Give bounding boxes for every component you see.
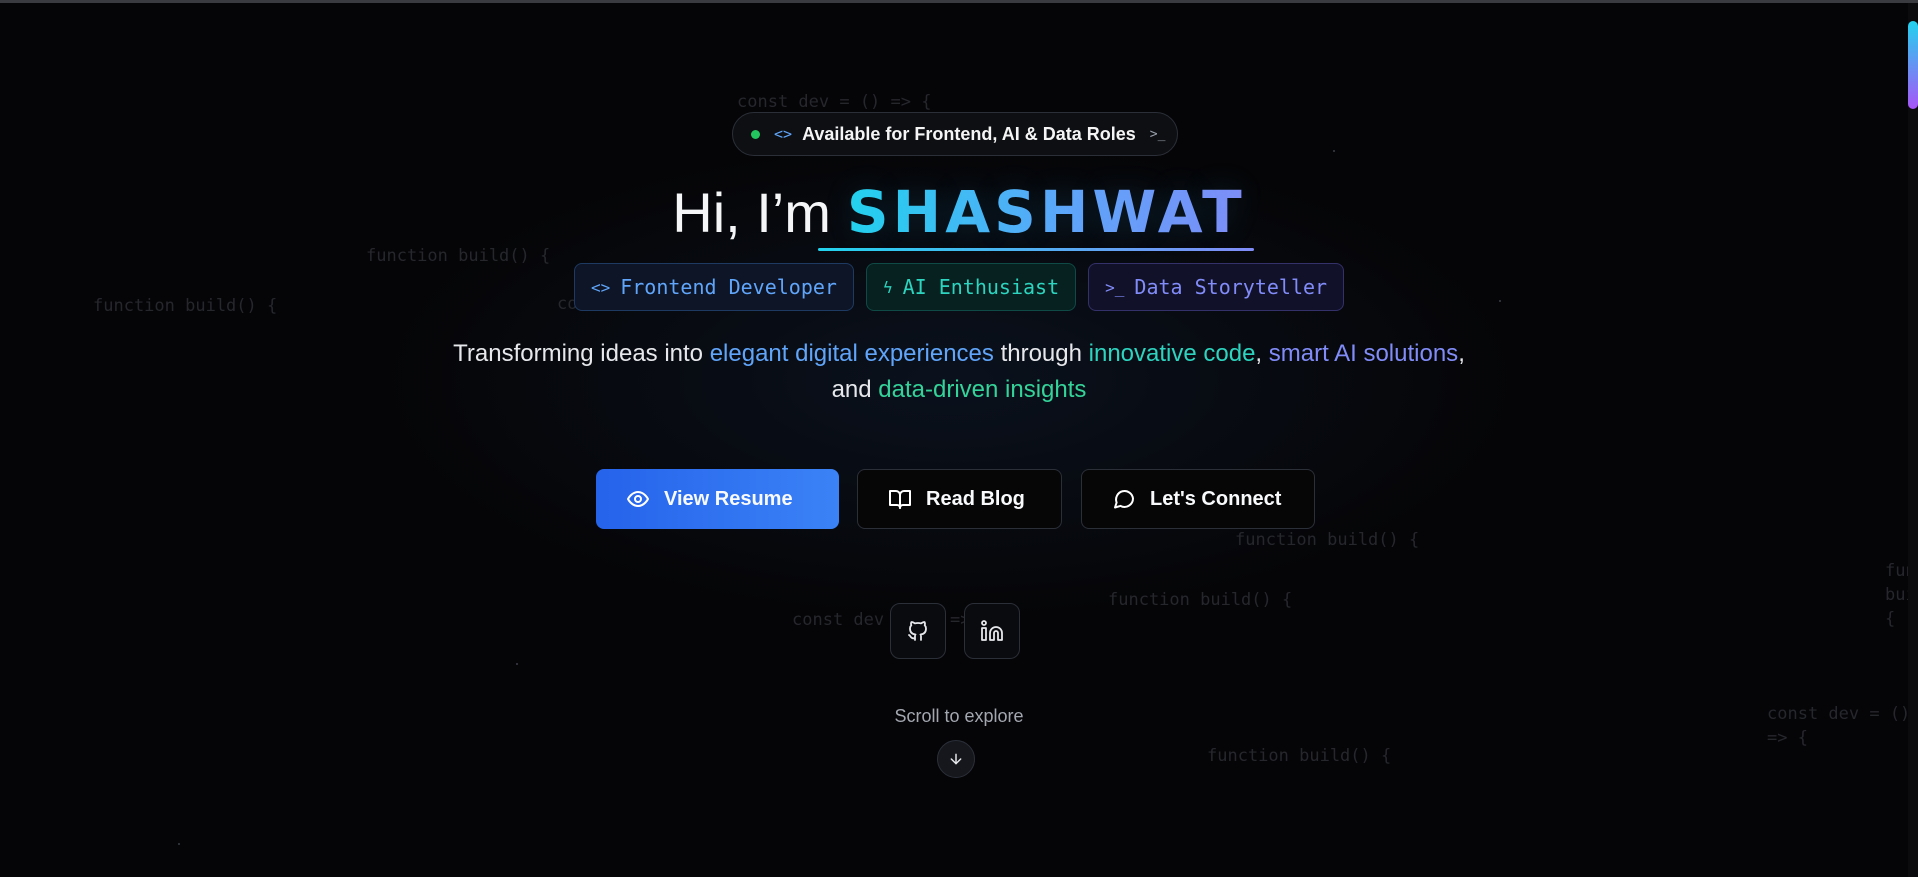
tagline-text: , [1255,340,1269,367]
linkedin-icon [981,620,1003,641]
availability-badge: <> Available for Frontend, AI & Data Rol… [732,112,1178,156]
role-label: Frontend Developer [620,275,837,299]
code-icon: <> [590,277,611,297]
role-chip-ai: ϟ AI Enthusiast [865,263,1077,311]
arrow-down-icon [950,753,962,765]
read-blog-button[interactable]: Read Blog [857,469,1062,529]
message-circle-icon [1114,490,1134,509]
star-dot [1333,150,1335,152]
tagline-text: and [831,376,879,403]
scrollbar-thumb[interactable] [1908,21,1918,109]
github-icon [908,621,927,641]
bolt-icon: ϟ [882,277,893,297]
view-resume-button[interactable]: View Resume [596,469,839,529]
hero-name: SHASHWAT [847,178,1246,252]
lets-connect-label: Let's Connect [1150,487,1282,510]
page-scrollbar[interactable] [1908,3,1918,877]
hero-greeting: Hi, I’m [672,181,831,244]
bg-code-snippet: const dev = () => { [737,92,932,112]
view-resume-label: View Resume [664,487,793,510]
scroll-down-button[interactable] [937,740,975,778]
tagline-text: through [993,340,1089,367]
lets-connect-button[interactable]: Let's Connect [1081,469,1315,529]
eye-icon [627,491,649,507]
read-blog-label: Read Blog [926,487,1025,510]
role-chip-data: >_ Data Storyteller [1088,263,1345,311]
tagline-highlight: elegant digital experiences [709,340,994,367]
terminal-icon: >_ [1105,277,1125,297]
name-underline [818,248,1254,251]
tagline-highlight: smart AI solutions [1268,340,1459,367]
status-dot-icon [751,129,760,139]
linkedin-link[interactable] [964,603,1020,659]
bg-code-snippet: function build() { [1207,746,1392,766]
availability-text: Available for Frontend, AI & Data Roles [802,123,1136,144]
tagline-highlight: innovative code [1088,340,1256,367]
tagline-highlight: data-driven insights [878,376,1087,403]
window-top-border [0,0,1918,3]
role-chip-frontend: <> Frontend Developer [573,263,854,311]
hero-heading: Hi, I’m SHASHWAT [0,178,1918,252]
tagline-text: , [1458,340,1465,367]
role-label: Data Storyteller [1134,275,1328,299]
hero-tagline: Transforming ideas into elegant digital … [380,336,1538,408]
role-label: AI Enthusiast [902,275,1060,299]
bg-code-snippet: const dev [792,610,885,630]
bg-code-snippet: function build() { [1235,530,1420,550]
bg-code-snippet: function build() { [1108,590,1293,610]
code-icon: <> [774,125,793,143]
star-dot [516,663,518,665]
book-open-icon [889,490,911,509]
scroll-hint-text: Scroll to explore [894,706,1024,726]
role-chips: <> Frontend Developer ϟ AI Enthusiast >_… [0,263,1918,311]
tagline-text: Transforming ideas into [453,340,710,367]
terminal-icon: >_ [1149,126,1166,142]
star-dot [178,843,180,845]
github-link[interactable] [890,603,946,659]
